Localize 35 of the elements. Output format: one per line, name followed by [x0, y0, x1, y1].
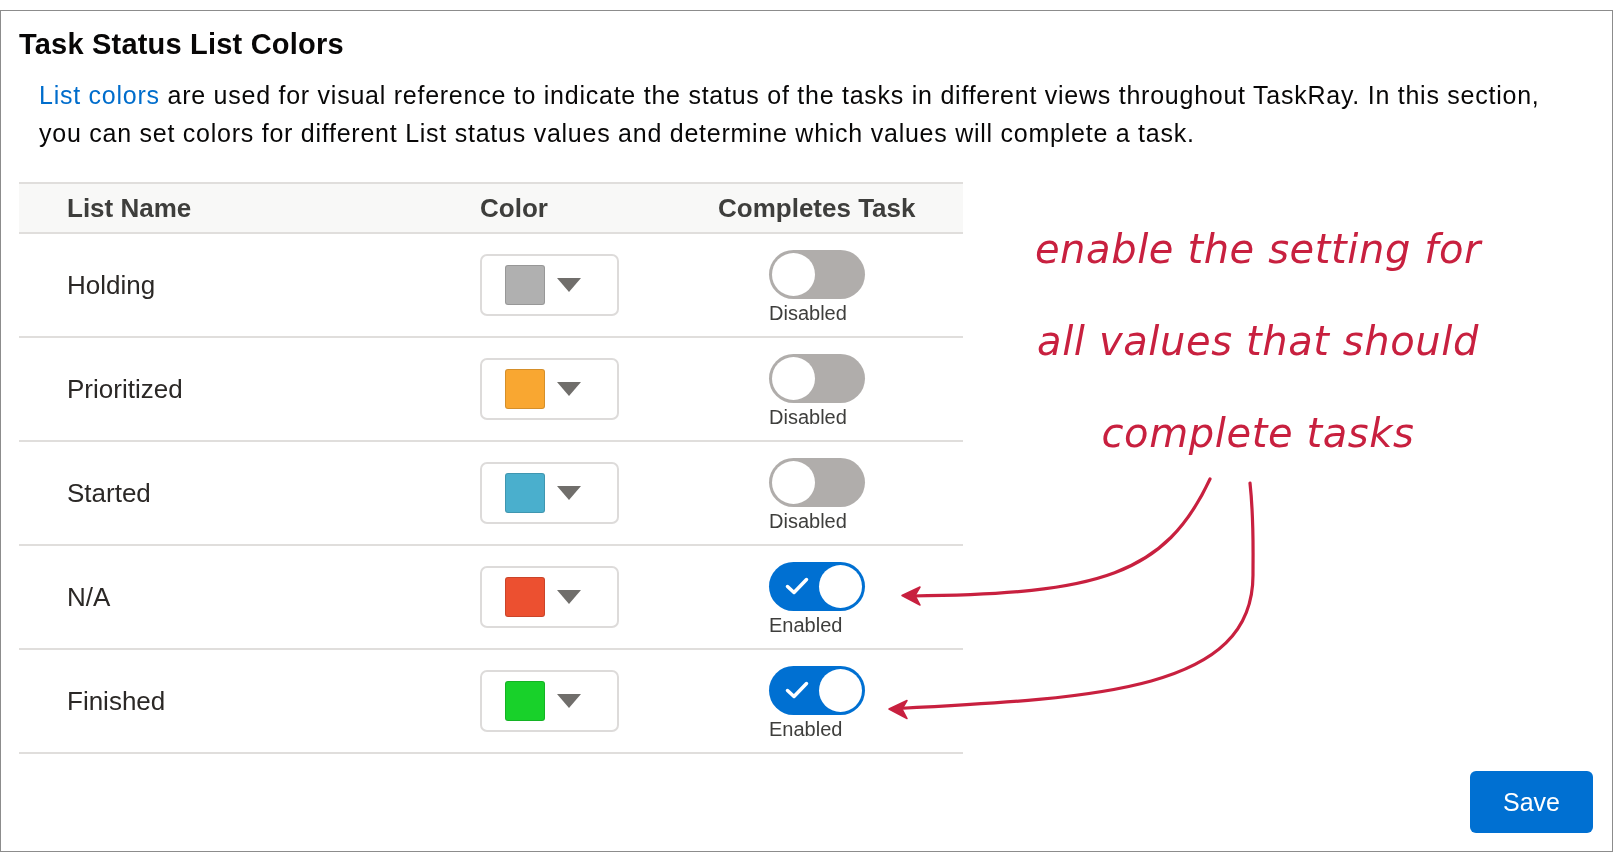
color-dropdown[interactable] [480, 462, 619, 524]
caret-down-icon [557, 590, 581, 604]
status-name: Started [67, 477, 151, 508]
color-dropdown[interactable] [480, 358, 619, 420]
caret-down-icon [557, 278, 581, 292]
toggle-switch[interactable] [769, 249, 865, 299]
status-name: Holding [67, 269, 156, 300]
column-header: Completes Task [718, 192, 916, 223]
section-title: Task Status List Colors [19, 27, 344, 61]
toggle-switch[interactable] [769, 353, 865, 403]
toggle-status-label: Disabled [769, 509, 847, 533]
toggle-switch[interactable] [769, 457, 865, 507]
color-dropdown[interactable] [480, 566, 619, 628]
toggle-switch[interactable] [769, 561, 865, 611]
toggle-status-label: Enabled [769, 613, 843, 637]
color-dropdown[interactable] [480, 254, 619, 316]
color-dropdown[interactable] [480, 670, 619, 732]
check-icon [785, 681, 809, 699]
status-name: Finished [67, 685, 166, 716]
toggle-status-label: Disabled [769, 405, 847, 429]
description-text: List colors are used for visual reference to indicate the status of the tasks in different views throughout TaskRay. In this section, you can set colors for different List status values and determine which values will complete a task. [39, 80, 1541, 149]
check-icon [785, 577, 809, 595]
toggle-status-label: Enabled [769, 717, 843, 741]
status-name: N/A [67, 581, 111, 612]
column-header: Color [480, 192, 548, 223]
annotation-note: enable the setting for all values that should complete tasks [1034, 225, 1482, 458]
caret-down-icon [557, 382, 581, 396]
toggle-status-label: Disabled [769, 301, 847, 325]
status-name: Prioritized [67, 373, 183, 404]
caret-down-icon [557, 694, 581, 708]
column-header: List Name [67, 192, 192, 223]
toggle-switch[interactable] [769, 665, 865, 715]
save-button[interactable]: Save [1470, 771, 1593, 833]
list-colors-link[interactable]: List colors [39, 81, 160, 109]
caret-down-icon [557, 486, 581, 500]
